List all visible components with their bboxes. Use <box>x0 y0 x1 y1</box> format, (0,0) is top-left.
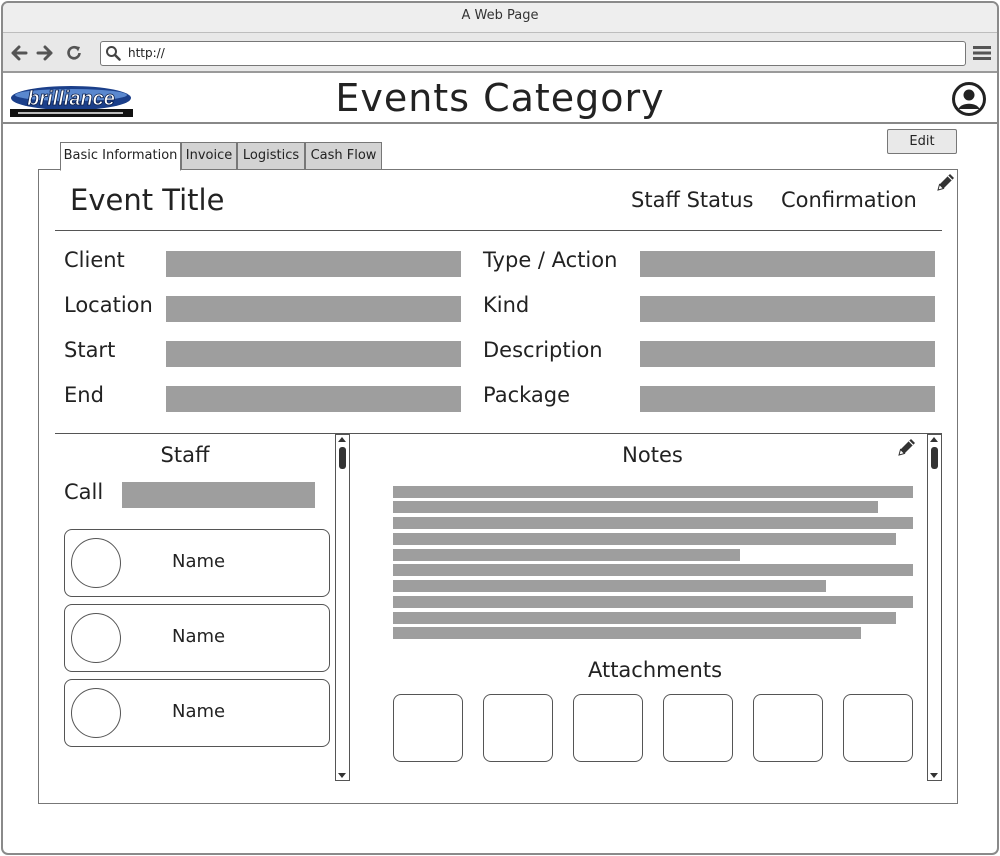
page-title: Events Category <box>335 76 665 120</box>
notes-text-line <box>393 596 913 608</box>
notes-text-line <box>393 533 896 545</box>
notes-text-line <box>393 486 913 498</box>
call-label: Call <box>64 480 104 504</box>
staff-status-label: Staff Status <box>631 188 754 212</box>
url-text[interactable]: http:// <box>128 46 165 60</box>
notes-title: Notes <box>622 443 683 467</box>
edit-button[interactable]: Edit <box>887 129 957 154</box>
confirmation-label: Confirmation <box>781 188 917 212</box>
staff-card[interactable]: Name <box>64 604 330 672</box>
fields-divider <box>55 433 942 434</box>
start-label: Start <box>64 338 116 362</box>
type-action-field[interactable] <box>640 251 935 277</box>
call-field[interactable] <box>122 482 315 508</box>
attachment-thumbnail[interactable] <box>753 694 823 762</box>
browser-navbar: http:// <box>3 33 997 73</box>
staff-name: Name <box>172 626 226 647</box>
client-field[interactable] <box>166 251 461 277</box>
tab-logistics[interactable]: Logistics <box>237 142 305 170</box>
end-label: End <box>64 383 104 407</box>
attachment-thumbnail[interactable] <box>393 694 463 762</box>
staff-name: Name <box>172 551 226 572</box>
search-icon <box>106 46 121 61</box>
notes-text-line <box>393 501 878 513</box>
event-title: Event Title <box>70 183 225 217</box>
client-label: Client <box>64 248 125 272</box>
tab-basic-information[interactable]: Basic Information <box>60 142 181 171</box>
tab-cash-flow[interactable]: Cash Flow <box>305 142 382 170</box>
notes-text-line <box>393 549 740 561</box>
scroll-up-arrow-icon[interactable] <box>338 437 346 442</box>
reload-icon[interactable] <box>64 43 84 63</box>
description-field[interactable] <box>640 341 935 367</box>
staff-photo <box>71 613 121 663</box>
window-titlebar: A Web Page <box>3 3 997 33</box>
scroll-down-arrow-icon[interactable] <box>930 773 938 778</box>
attachment-thumbnail[interactable] <box>843 694 913 762</box>
package-field[interactable] <box>640 386 935 412</box>
staff-name: Name <box>172 701 226 722</box>
title-divider <box>55 230 942 231</box>
scroll-down-arrow-icon[interactable] <box>338 773 346 778</box>
scroll-up-arrow-icon[interactable] <box>930 437 938 442</box>
notes-scrollbar[interactable] <box>927 434 942 781</box>
location-field[interactable] <box>166 296 461 322</box>
type-action-label: Type / Action <box>483 248 618 272</box>
edit-event-pencil-icon[interactable] <box>935 171 957 197</box>
scroll-thumb[interactable] <box>339 447 346 469</box>
back-arrow-icon[interactable] <box>9 43 29 63</box>
notes-text-line <box>393 564 913 576</box>
address-bar[interactable]: http:// <box>100 41 966 66</box>
description-label: Description <box>483 338 603 362</box>
kind-field[interactable] <box>640 296 935 322</box>
forward-arrow-icon[interactable] <box>35 43 55 63</box>
staff-photo <box>71 538 121 588</box>
notes-text-line <box>393 580 826 592</box>
notes-text-line <box>393 612 896 624</box>
start-field[interactable] <box>166 341 461 367</box>
edit-notes-pencil-icon[interactable] <box>896 436 918 462</box>
staff-title: Staff <box>160 443 210 467</box>
end-field[interactable] <box>166 386 461 412</box>
staff-photo <box>71 688 121 738</box>
attachment-thumbnail[interactable] <box>573 694 643 762</box>
tab-invoice[interactable]: Invoice <box>181 142 237 170</box>
staff-card[interactable]: Name <box>64 529 330 597</box>
hamburger-menu-icon[interactable] <box>973 45 991 65</box>
user-avatar-icon[interactable] <box>951 81 987 121</box>
package-label: Package <box>483 383 571 407</box>
staff-scrollbar[interactable] <box>335 434 350 781</box>
attachment-thumbnail[interactable] <box>663 694 733 762</box>
kind-label: Kind <box>483 293 530 317</box>
location-label: Location <box>64 293 153 317</box>
notes-text-line <box>393 517 913 529</box>
window-title: A Web Page <box>461 8 539 23</box>
staff-card[interactable]: Name <box>64 679 330 747</box>
scroll-thumb[interactable] <box>931 447 938 469</box>
attachments-title: Attachments <box>587 658 723 682</box>
notes-text-line <box>393 627 861 639</box>
attachment-thumbnail[interactable] <box>483 694 553 762</box>
header-divider <box>3 122 997 124</box>
